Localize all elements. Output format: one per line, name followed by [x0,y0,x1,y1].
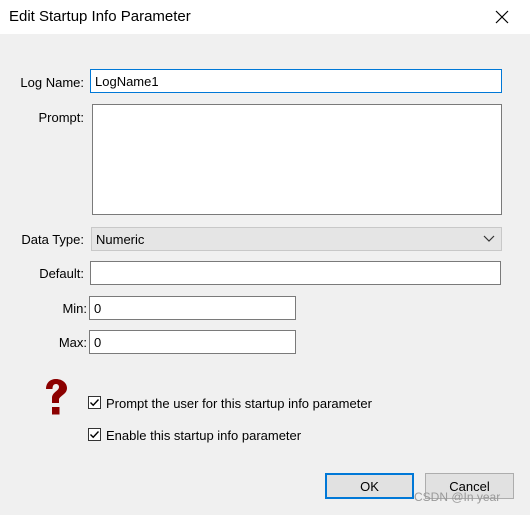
default-label: Default: [39,266,84,281]
log-name-value: LogName1 [95,73,159,89]
enable-param-checkbox[interactable] [88,428,101,441]
question-mark-icon [46,379,67,415]
chevron-down-icon [483,235,495,242]
max-label: Max: [58,335,87,350]
close-icon [495,10,509,24]
max-value: 0 [94,334,102,350]
log-name-input[interactable]: LogName1 [90,69,502,93]
ok-button[interactable]: OK [325,473,414,499]
watermark: CSDN @In year [414,490,501,504]
min-label: Min: [62,301,87,316]
prompt-label: Prompt: [38,110,84,125]
checkmark-icon [90,399,100,407]
data-type-selected: Numeric [96,231,145,247]
log-name-label: Log Name: [20,75,84,90]
prompt-textarea[interactable] [92,104,502,215]
enable-param-label[interactable]: Enable this startup info parameter [106,428,301,443]
checkmark-icon [90,431,100,439]
title-bar: Edit Startup Info Parameter [0,0,530,35]
prompt-user-checkbox[interactable] [88,396,101,409]
close-button[interactable] [480,2,524,32]
min-input[interactable]: 0 [89,296,296,320]
data-type-select[interactable]: Numeric [91,227,502,251]
default-input[interactable] [90,261,501,285]
prompt-user-label[interactable]: Prompt the user for this startup info pa… [106,396,372,411]
window-title: Edit Startup Info Parameter [9,8,191,25]
max-input[interactable]: 0 [89,330,296,354]
data-type-label: Data Type: [21,232,84,247]
min-value: 0 [94,300,102,316]
